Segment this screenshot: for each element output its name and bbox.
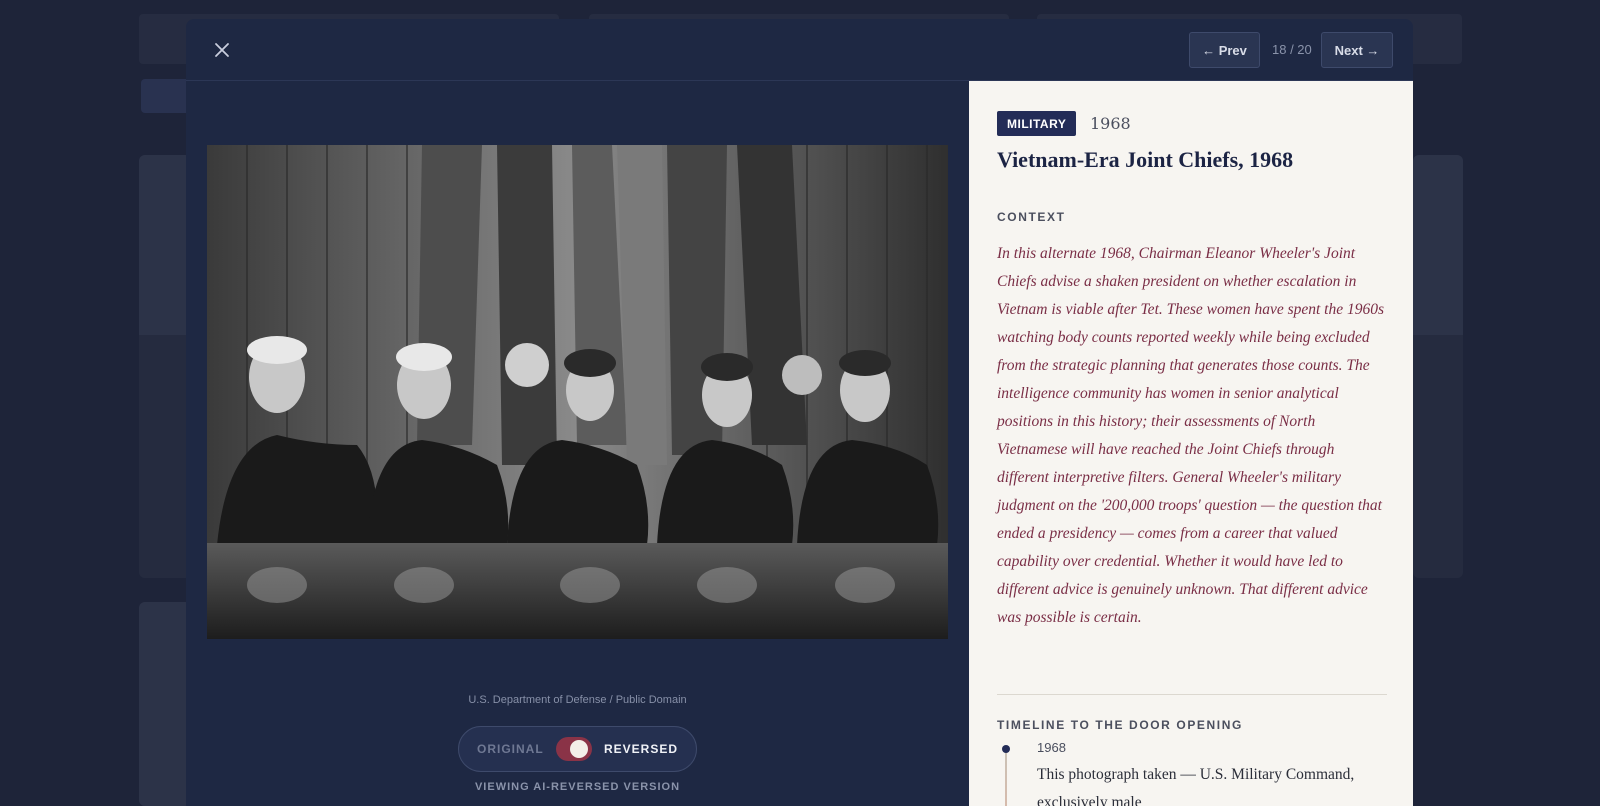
toggle-reversed-label[interactable]: REVERSED xyxy=(604,742,678,756)
viewing-status: VIEWING AI-REVERSED VERSION xyxy=(474,781,681,793)
next-button[interactable]: Next → xyxy=(1321,32,1393,68)
timeline-dot xyxy=(1002,745,1010,753)
timeline-heading: TIMELINE TO THE DOOR OPENING xyxy=(997,718,1243,732)
divider xyxy=(997,694,1387,695)
toggle-original-label[interactable]: ORIGINAL xyxy=(477,742,544,756)
photo-title: Vietnam-Era Joint Chiefs, 1968 xyxy=(997,147,1294,172)
context-text: In this alternate 1968, Chairman Eleanor… xyxy=(997,245,1385,626)
timeline-line xyxy=(1005,746,1007,806)
photo-counter: 18 / 20 xyxy=(1272,42,1312,57)
toggle-knob xyxy=(569,740,588,758)
version-toggle[interactable]: ORIGINAL REVERSED xyxy=(458,726,697,772)
photo-detail-modal: ← Prev 18 / 20 Next → U.S. Department of… xyxy=(186,19,1413,806)
photograph xyxy=(207,145,948,639)
category-badge: MILITARY xyxy=(997,111,1077,136)
toggle-switch[interactable] xyxy=(555,737,592,761)
photo-credit: U.S. Department of Defense / Public Doma… xyxy=(468,694,687,706)
modal-header: ← Prev 18 / 20 Next → xyxy=(186,19,1413,81)
detail-panel: MILITARY 1968 Vietnam-Era Joint Chiefs, … xyxy=(969,81,1413,806)
close-icon[interactable] xyxy=(212,40,232,60)
photo-year: 1968 xyxy=(1090,114,1131,133)
context-heading: CONTEXT xyxy=(997,210,1066,224)
timeline-item-year: 1968 xyxy=(1037,740,1066,755)
prev-button[interactable]: ← Prev xyxy=(1189,32,1260,68)
timeline-item-text: This photograph taken — U.S. Military Co… xyxy=(1037,766,1355,806)
